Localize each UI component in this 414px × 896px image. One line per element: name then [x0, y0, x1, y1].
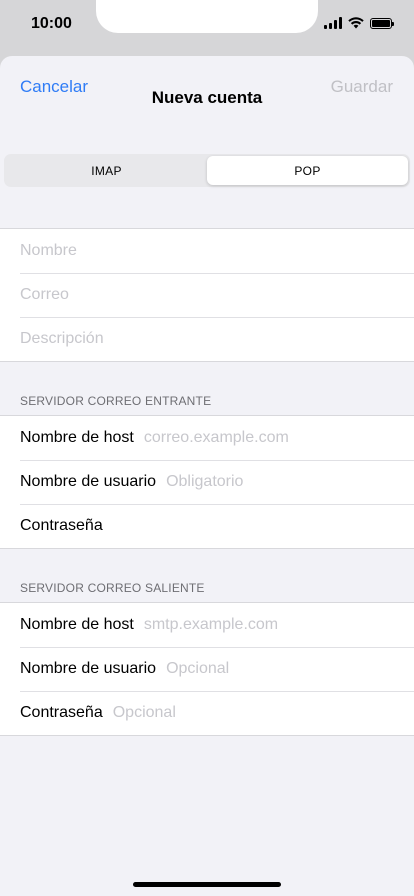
incoming-password-label: Contraseña — [20, 517, 103, 534]
description-field[interactable] — [20, 330, 414, 348]
account-info-group — [0, 228, 414, 362]
name-row[interactable] — [0, 229, 414, 273]
incoming-host-label: Nombre de host — [20, 429, 134, 446]
incoming-password-row[interactable]: Contraseña — [0, 504, 414, 548]
name-field[interactable] — [20, 242, 414, 260]
outgoing-user-input[interactable] — [166, 660, 414, 678]
description-row[interactable] — [0, 317, 414, 361]
segment-imap[interactable]: IMAP — [6, 156, 207, 185]
new-account-sheet: Cancelar Nueva cuenta Guardar IMAP POP S… — [0, 56, 414, 896]
outgoing-user-label: Nombre de usuario — [20, 660, 157, 677]
segment-pop[interactable]: POP — [207, 156, 408, 185]
notch — [96, 0, 318, 33]
incoming-host-row[interactable]: Nombre de host — [0, 416, 414, 460]
status-time: 10:00 — [31, 15, 72, 32]
account-type-segmented-control: IMAP POP — [4, 154, 410, 187]
outgoing-password-input[interactable] — [112, 704, 414, 722]
status-icons — [324, 17, 394, 29]
status-bar: 10:00 — [0, 0, 414, 56]
outgoing-host-label: Nombre de host — [20, 616, 134, 633]
save-button[interactable]: Guardar — [331, 77, 393, 97]
outgoing-password-label: Contraseña — [20, 704, 103, 721]
email-field[interactable] — [20, 286, 414, 304]
outgoing-password-row[interactable]: Contraseña — [0, 691, 414, 735]
incoming-server-header: SERVIDOR CORREO ENTRANTE — [20, 394, 212, 408]
incoming-server-group: Nombre de host Nombre de usuario Contras… — [0, 415, 414, 549]
incoming-user-label: Nombre de usuario — [20, 473, 157, 490]
battery-icon — [370, 17, 394, 29]
wifi-icon — [348, 17, 364, 29]
home-indicator — [133, 882, 281, 887]
incoming-password-input[interactable] — [112, 517, 414, 535]
outgoing-host-row[interactable]: Nombre de host — [0, 603, 414, 647]
navigation-bar: Cancelar Nueva cuenta Guardar — [0, 56, 414, 144]
incoming-host-input[interactable] — [143, 429, 414, 447]
outgoing-server-header: SERVIDOR CORREO SALIENTE — [20, 581, 205, 595]
outgoing-host-input[interactable] — [143, 616, 414, 634]
incoming-user-row[interactable]: Nombre de usuario — [0, 460, 414, 504]
incoming-user-input[interactable] — [166, 473, 414, 491]
email-row[interactable] — [0, 273, 414, 317]
outgoing-server-group: Nombre de host Nombre de usuario Contras… — [0, 602, 414, 736]
signal-icon — [324, 17, 342, 29]
outgoing-user-row[interactable]: Nombre de usuario — [0, 647, 414, 691]
